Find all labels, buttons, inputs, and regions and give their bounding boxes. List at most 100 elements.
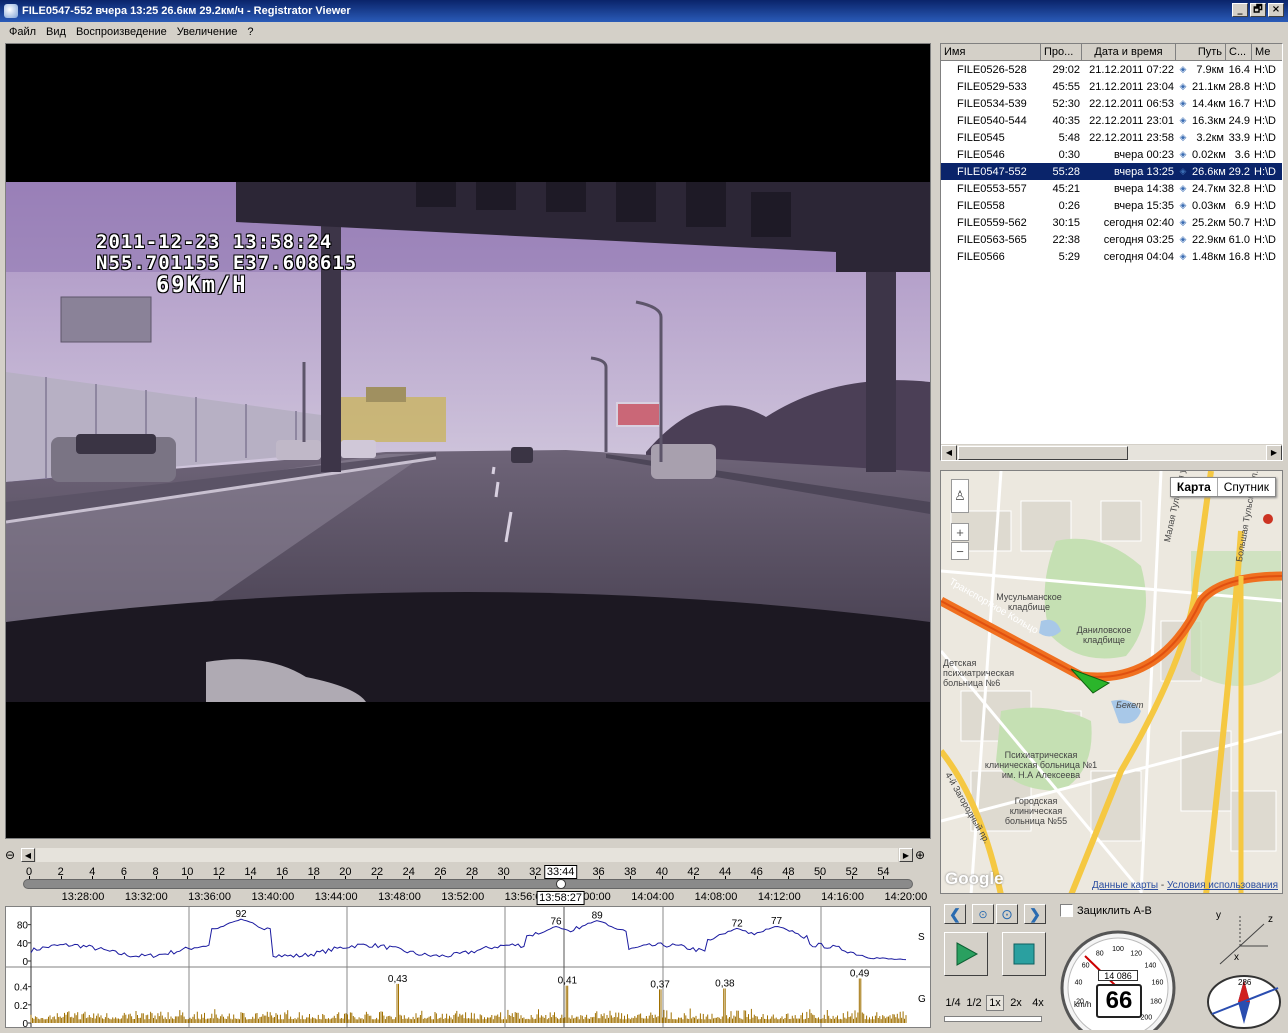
- map-view[interactable]: Транспортное Кольцо Мусульманское кладби…: [940, 470, 1283, 894]
- chart-annotation: 92: [235, 909, 247, 920]
- file-date: сегодня 02:40: [1103, 216, 1174, 229]
- map-terms-link[interactable]: Условия использования: [1167, 880, 1278, 891]
- map-footer-sep: -: [1158, 880, 1167, 891]
- telemetry-charts[interactable]: 80 40 0 S 92 76 89 72 77 0.4 0.2 0 G 0,43 0,41 0,37 0,38…: [5, 906, 931, 1030]
- zoom-out-timeline-icon[interactable]: ⊖: [5, 848, 15, 862]
- pegman-icon[interactable]: ♙: [951, 479, 969, 513]
- chart-annotation: 0,41: [558, 976, 578, 987]
- file-list-hscrollbar[interactable]: ◀ ▶: [941, 444, 1282, 460]
- window-title: FILE0547-552 вчера 13:25 26.6км 29.2км/ч…: [22, 5, 351, 17]
- zoom-out-button[interactable]: −: [951, 542, 969, 560]
- menu-view[interactable]: Вид: [41, 26, 71, 38]
- minimize-button[interactable]: _: [1232, 3, 1248, 17]
- gauge-tick-label: 40: [1075, 980, 1083, 987]
- col-path[interactable]: Путь: [1176, 44, 1226, 60]
- video-frame[interactable]: 2011-12-23 13:58:24 N55.701155 E37.60861…: [6, 182, 930, 702]
- col-speed[interactable]: С...: [1226, 44, 1252, 60]
- scroll-left-button[interactable]: ◀: [941, 444, 957, 460]
- chart-annotation: 0,38: [715, 978, 735, 989]
- file-row[interactable]: FILE0566 5:29 сегодня 04:04 ◈ 1.48км 16.8 H:\D: [941, 248, 1282, 265]
- file-path: 21.1км: [1192, 80, 1226, 93]
- file-row[interactable]: FILE0553-557 45:21 вчера 14:38 ◈ 24.7км 32.8 H…: [941, 180, 1282, 197]
- path-icon: ◈: [1179, 234, 1187, 244]
- zoom-in-button[interactable]: +: [951, 523, 969, 541]
- loop-ab-label: Зациклить А-В: [1077, 904, 1152, 917]
- file-date: 22.12.2011 06:53: [1089, 97, 1174, 110]
- file-row[interactable]: FILE0529-533 45:55 21.12.2011 23:04 ◈ 21.1км…: [941, 78, 1282, 95]
- file-row[interactable]: FILE0563-565 22:38 сегодня 03:25 ◈ 22.9км 61.…: [941, 231, 1282, 248]
- speed-4x[interactable]: 4x: [1028, 995, 1048, 1011]
- timeline-scroll-right[interactable]: ▶: [899, 848, 913, 862]
- compass: 286: [1206, 974, 1282, 1030]
- speed-quarter[interactable]: 1/4: [944, 995, 962, 1011]
- file-row[interactable]: FILE0546 0:30 вчера 00:23 ◈ 0.02км 3.6 H:\D: [941, 146, 1282, 163]
- file-location: H:\D: [1254, 114, 1276, 127]
- next-icon[interactable]: ❯: [1024, 904, 1046, 924]
- file-row[interactable]: FILE0534-539 52:30 22.12.2011 06:53 ◈ 14.4км…: [941, 95, 1282, 112]
- file-row[interactable]: FILE0547-552 55:28 вчера 13:25 ◈ 26.6км 29.2 H…: [941, 163, 1282, 180]
- menu-playback[interactable]: Воспроизведение: [71, 26, 172, 38]
- timeline-hscroll[interactable]: [36, 848, 898, 862]
- gauge-tick-label: 200: [1140, 1014, 1152, 1021]
- scroll-thumb[interactable]: [958, 445, 1128, 460]
- close-button[interactable]: ×: [1268, 3, 1284, 17]
- loop-ab-checkbox-group[interactable]: Зациклить А-В: [1060, 904, 1152, 917]
- file-name: FILE0529-533: [957, 80, 1027, 93]
- file-row[interactable]: FILE0540-544 40:35 22.12.2011 23:01 ◈ 16.3км…: [941, 112, 1282, 129]
- col-date[interactable]: Дата и время: [1082, 44, 1176, 60]
- menu-zoom[interactable]: Увеличение: [172, 26, 243, 38]
- progress-thumb[interactable]: [555, 879, 566, 889]
- scroll-right-button[interactable]: ▶: [1266, 444, 1282, 460]
- prev-icon[interactable]: ❮: [944, 904, 966, 924]
- file-duration: 22:38: [1052, 233, 1080, 246]
- file-speed: 24.9: [1228, 114, 1250, 127]
- gauge-tick-label: 80: [1096, 950, 1104, 957]
- speed-half[interactable]: 1/2: [964, 995, 984, 1011]
- map-type-map[interactable]: Карта: [1171, 478, 1218, 496]
- timeline-scroll-left[interactable]: ◀: [21, 848, 35, 862]
- col-location[interactable]: Ме: [1252, 44, 1282, 60]
- file-row[interactable]: FILE0545 5:48 22.12.2011 23:58 ◈ 3.2км 33.9 H:…: [941, 129, 1282, 146]
- map-type-satellite[interactable]: Спутник: [1218, 478, 1275, 496]
- file-path: 3.2км: [1196, 131, 1224, 144]
- file-list[interactable]: Имя Про... Дата и время Путь С... Ме FIL…: [940, 43, 1283, 461]
- speed-2x[interactable]: 2x: [1006, 995, 1026, 1011]
- charts-svg: 80 40 0 S 92 76 89 72 77 0.4 0.2 0 G 0,43 0,41 0,37 0,38…: [6, 907, 930, 1030]
- video-player[interactable]: 2011-12-23 13:58:24 N55.701155 E37.60861…: [5, 43, 931, 839]
- timeline-panel: ⊖ ◀ ▶ ⊕ 02468101214161820222426283032343…: [5, 846, 931, 906]
- file-path: 14.4км: [1192, 97, 1226, 110]
- file-row[interactable]: FILE0526-528 29:02 21.12.2011 07:22 ◈ 7.9км 1…: [941, 61, 1282, 78]
- map-label-muslim: Мусульманское кладбище: [996, 592, 1062, 612]
- playback-controls: ❮ ⊙ ⊙ ❯ Зациклить А-В 1/4 1/2 1x 2x 4x 2…: [940, 898, 1283, 1033]
- play-button[interactable]: [944, 932, 988, 976]
- speed-1x[interactable]: 1x: [986, 995, 1004, 1011]
- file-path: 0.02км: [1192, 148, 1226, 161]
- axis-y-label: y: [1216, 910, 1221, 921]
- volume-slider[interactable]: [944, 1016, 1042, 1022]
- file-duration: 0:30: [1058, 148, 1080, 161]
- map-data-link[interactable]: Данные карты: [1092, 880, 1158, 891]
- restore-button[interactable]: 🗗: [1250, 3, 1266, 17]
- zoom-in-timeline-icon[interactable]: ⊕: [915, 848, 925, 862]
- zoom-small-icon[interactable]: ⊙: [972, 904, 994, 924]
- file-row[interactable]: FILE0558 0:26 вчера 15:35 ◈ 0.03км 6.9 H:\D: [941, 197, 1282, 214]
- file-path: 22.9км: [1192, 233, 1226, 246]
- registrator-viewer-window: FILE0547-552 вчера 13:25 26.6км 29.2км/ч…: [0, 0, 1288, 1033]
- file-path: 26.6км: [1192, 165, 1226, 178]
- file-date: вчера 13:25: [1113, 165, 1174, 178]
- file-row[interactable]: FILE0559-562 30:15 сегодня 02:40 ◈ 25.2км 50.…: [941, 214, 1282, 231]
- file-speed: 32.8: [1228, 182, 1250, 195]
- loop-ab-checkbox[interactable]: [1060, 904, 1073, 917]
- file-speed: 3.6: [1234, 148, 1250, 161]
- col-duration[interactable]: Про...: [1041, 44, 1082, 60]
- col-name[interactable]: Имя: [941, 44, 1041, 60]
- progress-track[interactable]: [23, 879, 913, 889]
- file-name: FILE0566: [957, 250, 1005, 263]
- file-name: FILE0540-544: [957, 114, 1027, 127]
- menu-help[interactable]: ?: [242, 26, 258, 38]
- menu-file[interactable]: Файл: [4, 26, 41, 38]
- file-duration: 30:15: [1052, 216, 1080, 229]
- zoom-large-icon[interactable]: ⊙: [996, 904, 1018, 924]
- stop-button[interactable]: [1002, 932, 1046, 976]
- file-path: 1.48км: [1192, 250, 1226, 263]
